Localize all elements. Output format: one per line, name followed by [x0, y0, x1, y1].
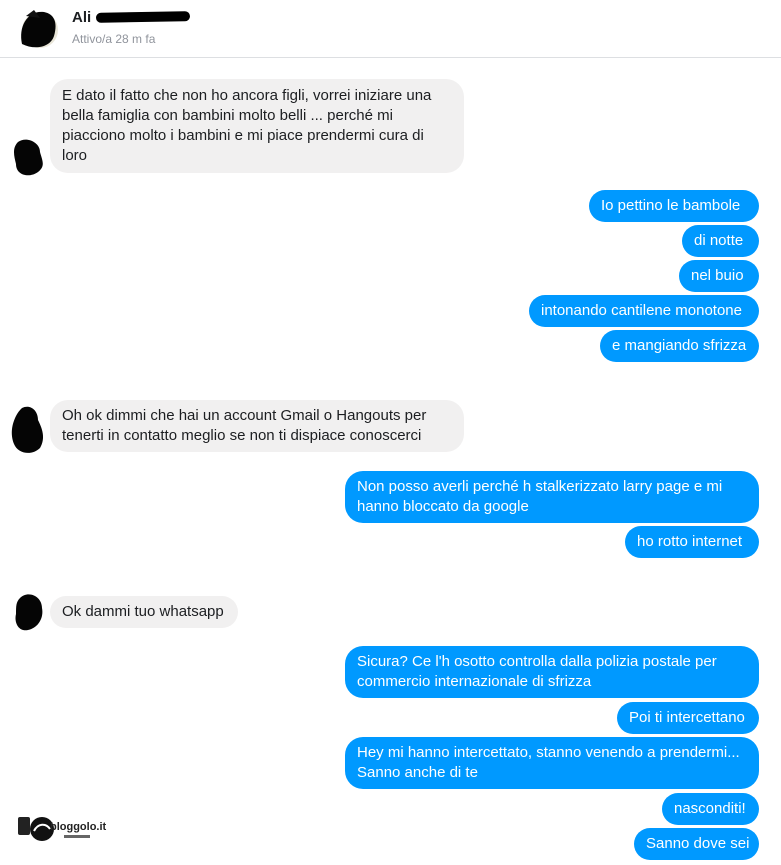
message-incoming: E dato il fatto che non ho ancora figli,…	[50, 79, 464, 173]
message-outgoing: Non posso averli perché h stalkerizzato …	[345, 471, 759, 523]
message-outgoing: ho rotto internet	[625, 526, 759, 558]
message-outgoing: Io pettino le bambole	[589, 190, 759, 222]
chat-header: Ali Attivo/a 28 m fa	[0, 0, 781, 58]
message-incoming: Oh ok dimmi che hai un account Gmail o H…	[50, 400, 464, 452]
message-outgoing: Poi ti intercettano	[617, 702, 759, 734]
message-incoming: Ok dammi tuo whatsapp	[50, 596, 238, 628]
message-outgoing: Sanno dove sei	[634, 828, 759, 860]
sender-avatar[interactable]	[12, 138, 46, 178]
sender-avatar[interactable]	[8, 404, 48, 456]
redaction-scribble	[95, 11, 191, 23]
contact-avatar[interactable]	[14, 6, 62, 50]
message-outgoing: di notte	[682, 225, 759, 257]
sender-avatar[interactable]	[12, 592, 46, 632]
message-outgoing: intonando cantilene monotone	[529, 295, 759, 327]
message-outgoing: Sicura? Ce l'h osotto controlla dalla po…	[345, 646, 759, 698]
message-outgoing: e mangiando sfrizza	[600, 330, 759, 362]
watermark-text: bloggolo.it	[50, 821, 107, 833]
contact-status: Attivo/a 28 m fa	[72, 32, 156, 46]
message-outgoing: nel buio	[679, 260, 759, 292]
message-outgoing: nasconditi!	[662, 793, 759, 825]
contact-name[interactable]: Ali	[72, 9, 91, 26]
message-outgoing: Hey mi hanno intercettato, stanno venend…	[345, 737, 759, 789]
